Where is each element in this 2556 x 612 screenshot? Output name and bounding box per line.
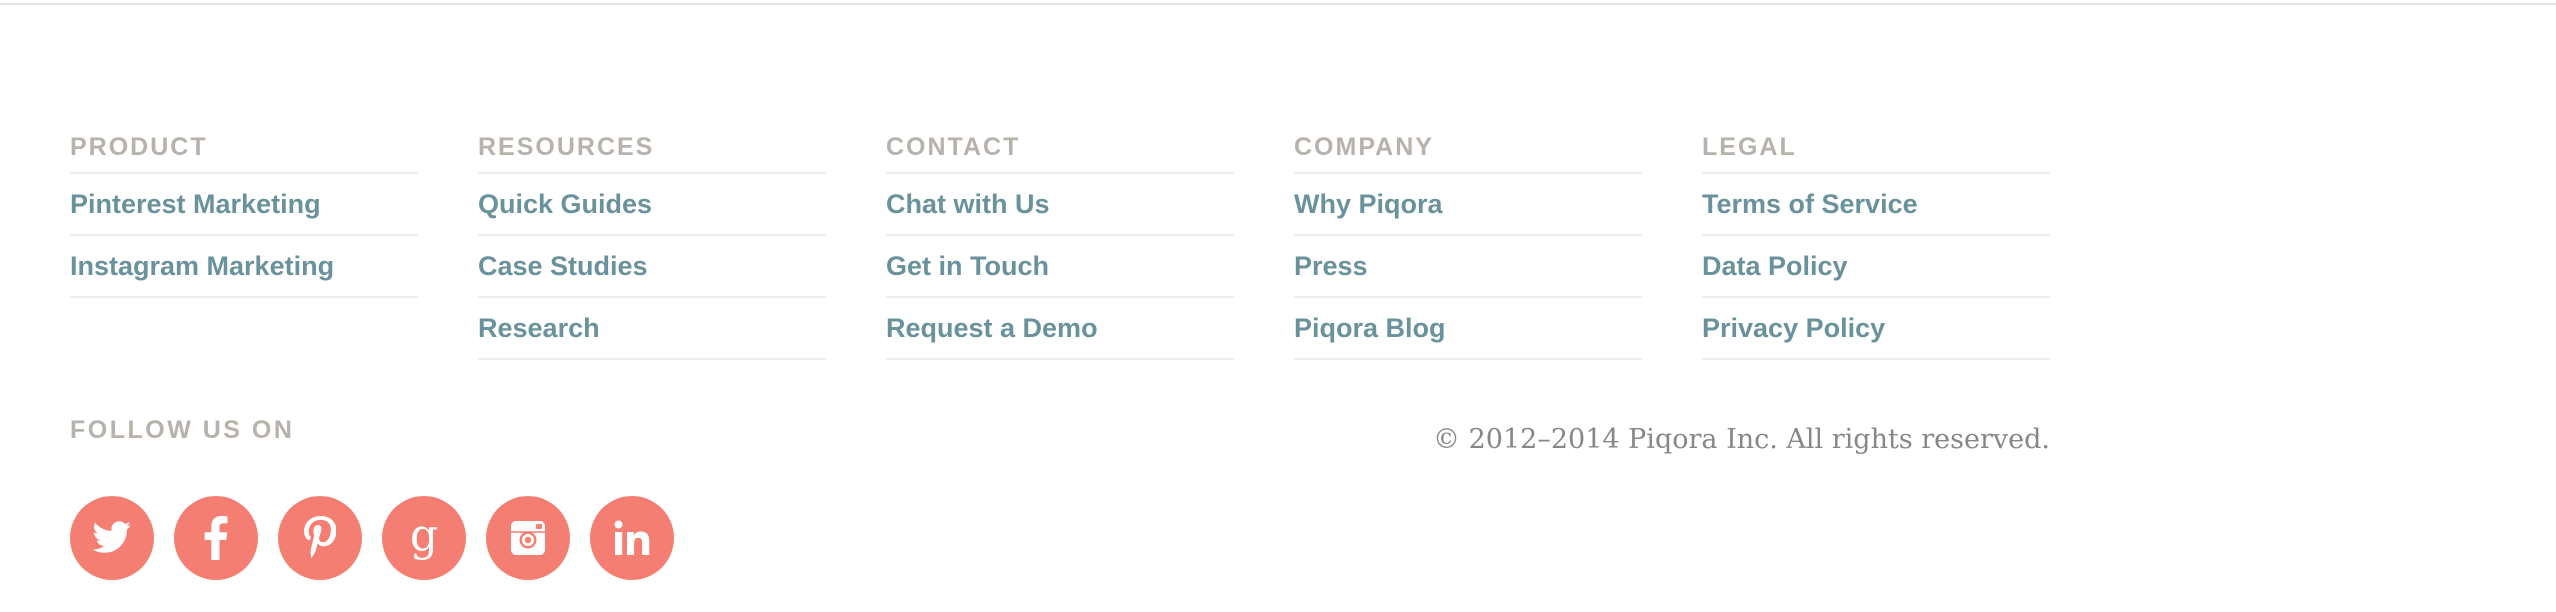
footer-column-company: COMPANY Why Piqora Press Piqora Blog	[1294, 130, 1642, 360]
pinterest-icon	[304, 516, 336, 558]
link-request-a-demo[interactable]: Request a Demo	[886, 298, 1234, 360]
link-case-studies[interactable]: Case Studies	[478, 236, 826, 298]
link-press[interactable]: Press	[1294, 236, 1642, 298]
twitter-button[interactable]	[70, 496, 154, 580]
google-plus-button[interactable]: g	[382, 496, 466, 580]
column-heading-contact: CONTACT	[886, 130, 1234, 174]
link-quick-guides[interactable]: Quick Guides	[478, 174, 826, 236]
link-privacy-policy[interactable]: Privacy Policy	[1702, 298, 2050, 360]
column-heading-company: COMPANY	[1294, 130, 1642, 174]
link-instagram-marketing[interactable]: Instagram Marketing	[70, 236, 418, 298]
linkedin-button[interactable]	[590, 496, 674, 580]
link-get-in-touch[interactable]: Get in Touch	[886, 236, 1234, 298]
link-research[interactable]: Research	[478, 298, 826, 360]
link-data-policy[interactable]: Data Policy	[1702, 236, 2050, 298]
column-heading-product: PRODUCT	[70, 130, 418, 174]
facebook-icon	[204, 516, 228, 560]
link-piqora-blog[interactable]: Piqora Blog	[1294, 298, 1642, 360]
footer-column-legal: LEGAL Terms of Service Data Policy Priva…	[1702, 130, 2050, 360]
link-why-piqora[interactable]: Why Piqora	[1294, 174, 1642, 236]
top-divider	[0, 3, 2556, 5]
linkedin-icon	[614, 520, 650, 555]
footer-column-contact: CONTACT Chat with Us Get in Touch Reques…	[886, 130, 1234, 360]
svg-text:g: g	[410, 514, 438, 561]
instagram-icon	[511, 521, 545, 555]
follow-us-heading: FOLLOW US ON	[70, 416, 295, 444]
link-terms-of-service[interactable]: Terms of Service	[1702, 174, 2050, 236]
pinterest-button[interactable]	[278, 496, 362, 580]
instagram-button[interactable]	[486, 496, 570, 580]
column-heading-resources: RESOURCES	[478, 130, 826, 174]
link-chat-with-us[interactable]: Chat with Us	[886, 174, 1234, 236]
footer-column-product: PRODUCT Pinterest Marketing Instagram Ma…	[70, 130, 418, 360]
footer-columns: PRODUCT Pinterest Marketing Instagram Ma…	[70, 130, 2050, 360]
twitter-icon	[92, 521, 131, 553]
footer-column-resources: RESOURCES Quick Guides Case Studies Rese…	[478, 130, 826, 360]
link-pinterest-marketing[interactable]: Pinterest Marketing	[70, 174, 418, 236]
facebook-button[interactable]	[174, 496, 258, 580]
column-heading-legal: LEGAL	[1702, 130, 2050, 174]
social-icons-row: g	[70, 496, 674, 580]
copyright-text: © 2012–2014 Piqora Inc. All rights reser…	[1433, 424, 2050, 455]
google-plus-icon: g	[410, 514, 438, 561]
